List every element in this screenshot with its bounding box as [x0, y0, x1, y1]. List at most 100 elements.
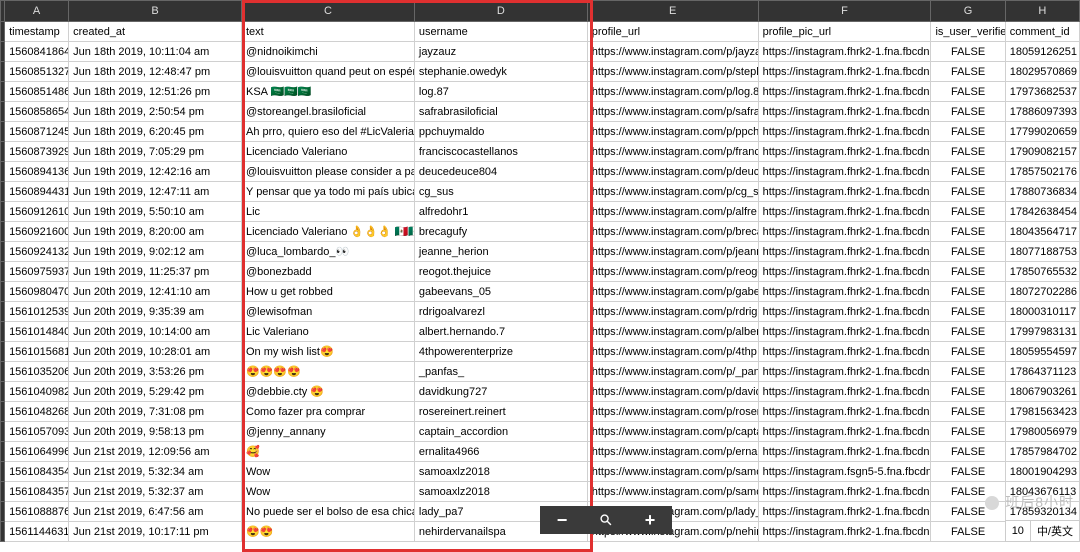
cell-H[interactable]: 17864371123: [1005, 362, 1079, 382]
cell-E[interactable]: https://www.instagram.com/p/franc: [587, 142, 758, 162]
langbar-mode[interactable]: 中/英文: [1030, 521, 1079, 541]
cell-D[interactable]: 4thpowerenterprize: [414, 342, 587, 362]
cell-G[interactable]: FALSE: [931, 102, 1005, 122]
col-H[interactable]: H: [1005, 1, 1079, 22]
cell-A[interactable]: 1560851486: [5, 82, 69, 102]
cell-G[interactable]: FALSE: [931, 382, 1005, 402]
cell-F[interactable]: https://instagram.fhrk2-1.fna.fbcdn.: [758, 42, 931, 62]
cell-G[interactable]: FALSE: [931, 62, 1005, 82]
table-row[interactable]: 1561014840Jun 20th 2019, 10:14:00 amLic …: [1, 322, 1080, 342]
table-row[interactable]: 1561048268Jun 20th 2019, 7:31:08 pmComo …: [1, 402, 1080, 422]
cell-D[interactable]: stephanie.owedyk: [414, 62, 587, 82]
cell-H[interactable]: 18043676113: [1005, 482, 1079, 502]
cell-A[interactable]: 1561084357: [5, 482, 69, 502]
cell-C[interactable]: @luca_lombardo_👀: [242, 242, 415, 262]
cell-H[interactable]: 17886097393: [1005, 102, 1079, 122]
cell-E[interactable]: https://www.instagram.com/p/gabe: [587, 282, 758, 302]
cell-A[interactable]: 1560921600: [5, 222, 69, 242]
cell-H[interactable]: 18001904293: [1005, 462, 1079, 482]
cell-B[interactable]: Jun 20th 2019, 3:53:26 pm: [69, 362, 242, 382]
cell-G[interactable]: FALSE: [931, 362, 1005, 382]
cell-G[interactable]: FALSE: [931, 222, 1005, 242]
cell-E[interactable]: https://www.instagram.com/p/roser: [587, 402, 758, 422]
table-row[interactable]: 1560871245Jun 18th 2019, 6:20:45 pmAh pr…: [1, 122, 1080, 142]
cell-H[interactable]: 17880736834: [1005, 182, 1079, 202]
cell-A[interactable]: 1560894431: [5, 182, 69, 202]
cell-F[interactable]: https://instagram.fhrk2-1.fna.fbcdn.: [758, 182, 931, 202]
cell-D[interactable]: jeanne_herion: [414, 242, 587, 262]
cell-D[interactable]: rosereinert.reinert: [414, 402, 587, 422]
table-row[interactable]: 1560873929Jun 18th 2019, 7:05:29 pmLicen…: [1, 142, 1080, 162]
cell-A[interactable]: 1560871245: [5, 122, 69, 142]
table-row[interactable]: 1560921600Jun 19th 2019, 8:20:00 amLicen…: [1, 222, 1080, 242]
header-cell-F[interactable]: profile_pic_url: [758, 22, 931, 42]
table-row[interactable]: 1560912610Jun 19th 2019, 5:50:10 amLical…: [1, 202, 1080, 222]
cell-H[interactable]: 17981563423: [1005, 402, 1079, 422]
cell-B[interactable]: Jun 19th 2019, 11:25:37 pm: [69, 262, 242, 282]
cell-H[interactable]: 17857984702: [1005, 442, 1079, 462]
cell-E[interactable]: https://www.instagram.com/p/log.8: [587, 82, 758, 102]
cell-G[interactable]: FALSE: [931, 142, 1005, 162]
cell-A[interactable]: 1560858654: [5, 102, 69, 122]
cell-A[interactable]: 1561144631: [5, 522, 69, 542]
cell-E[interactable]: https://www.instagram.com/p/alber: [587, 322, 758, 342]
cell-E[interactable]: https://www.instagram.com/p/ppch: [587, 122, 758, 142]
cell-H[interactable]: 18077188753: [1005, 242, 1079, 262]
cell-C[interactable]: No puede ser el bolso de esa chica es: [242, 502, 415, 522]
cell-A[interactable]: 1561014840: [5, 322, 69, 342]
cell-E[interactable]: https://www.instagram.com/p/david: [587, 382, 758, 402]
cell-D[interactable]: albert.hernando.7: [414, 322, 587, 342]
cell-B[interactable]: Jun 18th 2019, 2:50:54 pm: [69, 102, 242, 122]
cell-G[interactable]: FALSE: [931, 262, 1005, 282]
cell-E[interactable]: https://www.instagram.com/p/breca: [587, 222, 758, 242]
cell-D[interactable]: samoaxlz2018: [414, 462, 587, 482]
cell-D[interactable]: safrabrasiloficial: [414, 102, 587, 122]
cell-G[interactable]: FALSE: [931, 82, 1005, 102]
cell-F[interactable]: https://instagram.fhrk2-1.fna.fbcdn.: [758, 502, 931, 522]
table-row[interactable]: 1561015681Jun 20th 2019, 10:28:01 amOn m…: [1, 342, 1080, 362]
cell-G[interactable]: FALSE: [931, 522, 1005, 542]
cell-G[interactable]: FALSE: [931, 42, 1005, 62]
cell-D[interactable]: cg_sus: [414, 182, 587, 202]
cell-H[interactable]: 17980056979: [1005, 422, 1079, 442]
cell-F[interactable]: https://instagram.fhrk2-1.fna.fbcdn.: [758, 162, 931, 182]
cell-F[interactable]: https://instagram.fhrk2-1.fna.fbcdn.: [758, 402, 931, 422]
cell-A[interactable]: 1560924132: [5, 242, 69, 262]
cell-A[interactable]: 1560894136: [5, 162, 69, 182]
cell-D[interactable]: rdrigoalvarezl: [414, 302, 587, 322]
cell-G[interactable]: FALSE: [931, 242, 1005, 262]
cell-F[interactable]: https://instagram.fsgn5-5.fna.fbcdn.: [758, 462, 931, 482]
header-data-row[interactable]: timestampcreated_attextusernameprofile_u…: [1, 22, 1080, 42]
cell-F[interactable]: https://instagram.fhrk2-1.fna.fbcdn.: [758, 282, 931, 302]
cell-C[interactable]: @bonezbadd: [242, 262, 415, 282]
table-row[interactable]: 1561057093Jun 20th 2019, 9:58:13 pm@jenn…: [1, 422, 1080, 442]
cell-A[interactable]: 1561088876: [5, 502, 69, 522]
cell-H[interactable]: 18072702286: [1005, 282, 1079, 302]
cell-G[interactable]: FALSE: [931, 402, 1005, 422]
cell-B[interactable]: Jun 21st 2019, 5:32:37 am: [69, 482, 242, 502]
cell-H[interactable]: 17799020659: [1005, 122, 1079, 142]
cell-C[interactable]: On my wish list😍: [242, 342, 415, 362]
cell-A[interactable]: 1561040982: [5, 382, 69, 402]
table-row[interactable]: 1561084357Jun 21st 2019, 5:32:37 amWowsa…: [1, 482, 1080, 502]
cell-C[interactable]: @nidnoikimchi: [242, 42, 415, 62]
cell-C[interactable]: @louisvuitton quand peut on espére: [242, 62, 415, 82]
table-row[interactable]: 1560851327Jun 18th 2019, 12:48:47 pm@lou…: [1, 62, 1080, 82]
cell-D[interactable]: ernalita4966: [414, 442, 587, 462]
cell-G[interactable]: FALSE: [931, 202, 1005, 222]
cell-E[interactable]: https://www.instagram.com/p/safra: [587, 102, 758, 122]
zoom-in-button[interactable]: +: [628, 506, 672, 534]
cell-G[interactable]: FALSE: [931, 302, 1005, 322]
cell-E[interactable]: https://www.instagram.com/p/jeann: [587, 242, 758, 262]
cell-B[interactable]: Jun 18th 2019, 12:51:26 pm: [69, 82, 242, 102]
table-row[interactable]: 1561012539Jun 20th 2019, 9:35:39 am@lewi…: [1, 302, 1080, 322]
cell-G[interactable]: FALSE: [931, 122, 1005, 142]
cell-C[interactable]: Wow: [242, 462, 415, 482]
cell-H[interactable]: 18043564717: [1005, 222, 1079, 242]
cell-F[interactable]: https://instagram.fhrk2-1.fna.fbcdn.: [758, 422, 931, 442]
cell-A[interactable]: 1561048268: [5, 402, 69, 422]
table-row[interactable]: 1561035206Jun 20th 2019, 3:53:26 pm😍😍😍😍_…: [1, 362, 1080, 382]
cell-A[interactable]: 1561035206: [5, 362, 69, 382]
cell-E[interactable]: https://www.instagram.com/p/4thp: [587, 342, 758, 362]
cell-A[interactable]: 1560975937: [5, 262, 69, 282]
